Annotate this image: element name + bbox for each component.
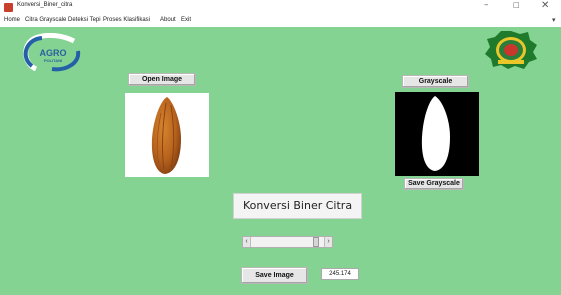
page-title: Konversi Biner Citra [233, 193, 362, 219]
save-grayscale-button[interactable]: Save Grayscale [404, 178, 464, 190]
grayscale-button[interactable]: Grayscale [402, 75, 469, 88]
window-title: Konversi_Biner_citra [17, 2, 73, 8]
minimize-button[interactable]: – [484, 0, 489, 10]
agro-logo-text: AGRO [40, 48, 67, 58]
menu-item-deteksi-tepi[interactable]: Deteksi Tepi [68, 17, 101, 23]
menu-overflow-icon[interactable]: ▾ [552, 16, 556, 24]
open-image-button[interactable]: Open Image [128, 73, 196, 86]
menu-item-proses-klasifikasi[interactable]: Proses Klasifikasi [103, 17, 150, 23]
binary-mask-image [421, 96, 450, 171]
slider-left-arrow-icon[interactable]: ‹ [243, 237, 251, 247]
threshold-value-field[interactable]: 245.174 [321, 268, 359, 280]
agro-logo: AGRO POLITANI [23, 33, 81, 72]
threshold-slider[interactable]: ‹ › [242, 236, 333, 248]
close-button[interactable]: ✕ [541, 0, 549, 11]
app-icon [4, 3, 13, 12]
binary-image-panel [395, 92, 479, 176]
title-bar: Konversi_Biner_citra – □ ✕ [0, 0, 561, 15]
university-emblem [485, 31, 537, 69]
slider-thumb[interactable] [313, 237, 319, 247]
menu-bar: Home Citra Grayscale Deteksi Tepi Proses… [0, 15, 561, 27]
menu-item-home[interactable]: Home [4, 17, 20, 23]
menu-item-exit[interactable]: Exit [181, 17, 191, 23]
menu-item-about[interactable]: About [160, 17, 176, 23]
agro-logo-subtext: POLITANI [44, 58, 62, 63]
save-image-button[interactable]: Save Image [241, 267, 308, 284]
cacao-pod-image [151, 97, 181, 174]
maximize-button[interactable]: □ [513, 1, 520, 9]
menu-item-citra-grayscale[interactable]: Citra Grayscale [25, 17, 66, 23]
slider-right-arrow-icon[interactable]: › [324, 237, 332, 247]
original-image-panel [125, 93, 209, 177]
